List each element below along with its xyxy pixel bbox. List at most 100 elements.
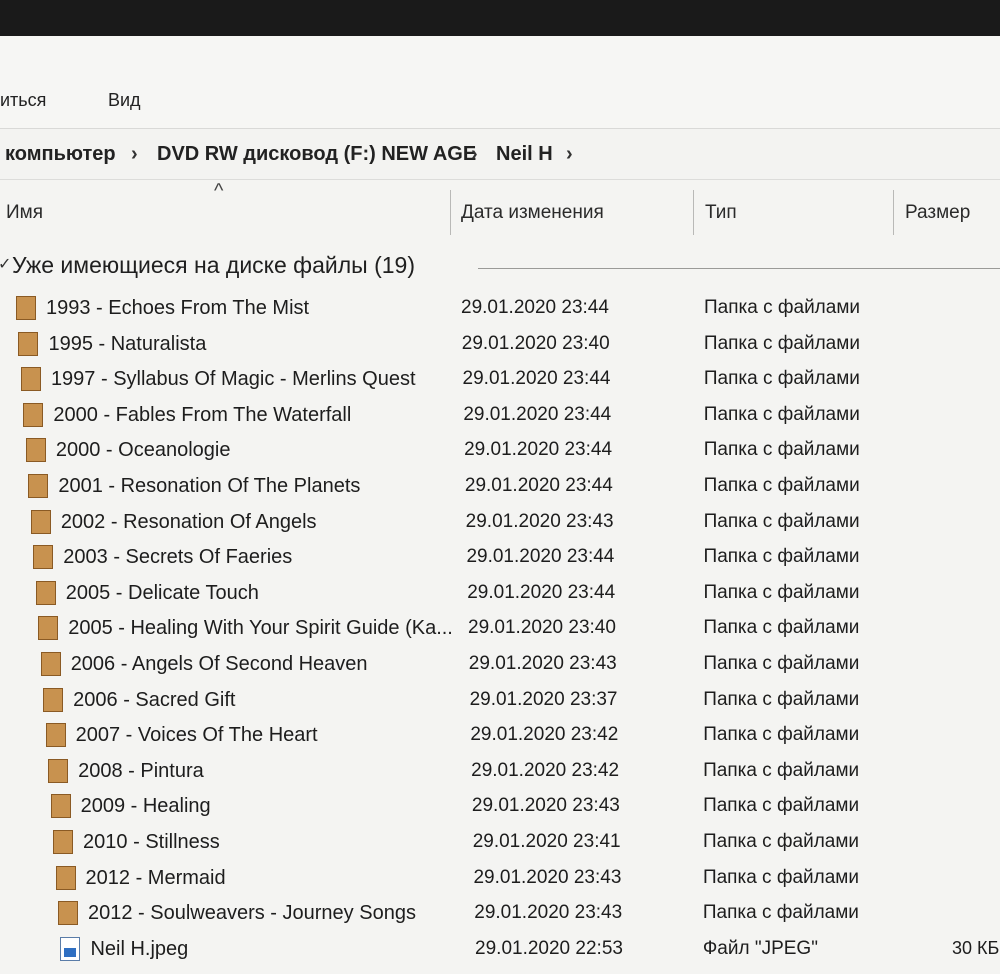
group-header[interactable]: ✓ Уже имеющиеся на диске файлы (19) [0, 246, 1000, 286]
file-date: 29.01.2020 23:43 [471, 795, 620, 817]
column-divider[interactable] [450, 190, 451, 235]
list-item[interactable]: 2007 - Voices Of The Heart 29.01.2020 23:… [0, 719, 1000, 753]
folder-icon [57, 901, 78, 926]
list-item[interactable]: 1993 - Echoes From The Mist 29.01.2020 23… [0, 292, 1000, 326]
column-name[interactable]: Имя [6, 202, 43, 224]
column-header: ^ Имя Дата изменения Тип Размер [0, 180, 1000, 240]
breadcrumb-dvd-drive[interactable]: DVD RW дисковод (F:) NEW AGE [157, 143, 476, 166]
folder-icon [45, 723, 66, 748]
list-item[interactable]: Neil H.jpeg 29.01.2020 22:53 Файл "JPEG" 30… [0, 933, 1000, 967]
chevron-right-icon[interactable]: › [566, 143, 573, 166]
file-name: 2012 - Soulweavers - Journey Songs [87, 902, 416, 925]
file-name: 2005 - Delicate Touch [65, 581, 259, 604]
column-date[interactable]: Дата изменения [461, 202, 604, 224]
column-divider[interactable] [693, 190, 694, 235]
list-item[interactable]: 2008 - Pintura 29.01.2020 23:42 Папка с фа… [0, 755, 1000, 789]
ribbon: иться Вид [0, 36, 1000, 129]
folder-icon [55, 865, 76, 890]
file-type: Папка с файлами [703, 546, 860, 568]
list-item[interactable]: 2012 - Soulweavers - Journey Songs 29.01.… [0, 897, 1000, 931]
file-name: 1995 - Naturalista [48, 332, 207, 355]
file-type: Папка с файлами [703, 795, 860, 817]
sort-ascending-icon: ^ [214, 180, 224, 202]
file-name: 2010 - Stillness [83, 831, 220, 853]
chevron-right-icon[interactable]: › [471, 143, 478, 166]
file-name: 2012 - Mermaid [85, 866, 226, 889]
folder-icon [23, 402, 44, 427]
folder-icon [20, 367, 41, 392]
file-type: Папка с файлами [703, 724, 860, 746]
file-type: Папка с файлами [703, 759, 860, 781]
file-name: 2002 - Resonation Of Angels [60, 510, 317, 533]
file-name: 2006 - Angels Of Second Heaven [70, 653, 368, 675]
file-date: 29.01.2020 23:42 [471, 759, 620, 781]
folder-icon [28, 474, 49, 498]
list-item[interactable]: 2010 - Stillness 29.01.2020 23:41 Папка с … [0, 826, 1000, 860]
list-item[interactable]: 2009 - Healing 29.01.2020 23:43 Папка с фа… [0, 790, 1000, 824]
tab-view[interactable]: Вид [108, 90, 141, 111]
list-item[interactable]: 2000 - Fables From The Waterfall 29.01.20… [0, 399, 1000, 433]
folder-icon [48, 758, 69, 783]
file-date: 29.01.2020 23:40 [468, 617, 616, 639]
file-name: 2005 - Healing With Your Spirit Guide (K… [68, 617, 453, 640]
list-item[interactable]: 2006 - Sacred Gift 29.01.2020 23:37 Папка … [0, 684, 1000, 718]
file-type: Папка с файлами [703, 439, 860, 461]
file-type: Файл "JPEG" [702, 937, 818, 959]
list-item[interactable]: 2002 - Resonation Of Angels 29.01.2020 23… [0, 506, 1000, 540]
address-bar[interactable]: компьютер › DVD RW дисковод (F:) NEW AGE… [0, 129, 1000, 180]
list-item[interactable]: 2001 - Resonation Of The Planets 29.01.20… [0, 470, 1000, 504]
file-type: Папка с файлами [703, 653, 860, 674]
list-item[interactable]: 2003 - Secrets Of Faeries 29.01.2020 23:4… [0, 541, 1000, 575]
file-type: Папка с файлами [703, 332, 860, 354]
collapse-chevron-icon[interactable]: ✓ [0, 254, 11, 274]
folder-icon [38, 616, 59, 641]
breadcrumb-folder[interactable]: Neil H [496, 143, 553, 166]
folder-icon [50, 794, 71, 819]
column-divider[interactable] [893, 190, 894, 235]
file-type: Папка с файлами [704, 297, 861, 318]
list-item[interactable]: 2006 - Angels Of Second Heaven 29.01.2020… [0, 648, 1000, 682]
folder-icon [43, 687, 64, 712]
list-item[interactable]: 2000 - Oceanologie 29.01.2020 23:44 Папка … [0, 434, 1000, 468]
file-type: Папка с файлами [703, 617, 860, 639]
file-name: 2007 - Voices Of The Heart [75, 724, 318, 747]
file-type: Папка с файлами [703, 403, 860, 425]
file-date: 29.01.2020 23:43 [465, 510, 614, 532]
chevron-right-icon[interactable]: › [131, 143, 138, 166]
file-name: 1997 - Syllabus Of Magic - Merlins Quest [50, 368, 416, 391]
file-date: 29.01.2020 23:44 [464, 439, 613, 461]
list-item[interactable]: 1997 - Syllabus Of Magic - Merlins Quest… [0, 363, 1000, 397]
column-type[interactable]: Тип [705, 202, 737, 224]
file-type: Папка с файлами [703, 475, 860, 496]
explorer-window: иться Вид компьютер › DVD RW дисковод (F… [0, 36, 1000, 974]
file-size: 30 КБ [952, 937, 1000, 958]
file-name: Neil H.jpeg [90, 937, 189, 960]
image-file-icon [60, 936, 81, 961]
list-item[interactable]: 1995 - Naturalista 29.01.2020 23:40 Папка … [0, 328, 1000, 362]
file-type: Папка с файлами [703, 581, 860, 603]
file-name: 1993 - Echoes From The Mist [46, 297, 310, 319]
file-type: Папка с файлами [702, 866, 859, 888]
folder-icon [16, 296, 36, 320]
breadcrumb-computer[interactable]: компьютер [5, 143, 116, 166]
folder-icon [35, 580, 56, 605]
file-name: 2001 - Resonation Of The Planets [58, 475, 361, 497]
file-date: 29.01.2020 23:43 [473, 866, 622, 888]
folder-icon [53, 830, 74, 854]
file-name: 2009 - Healing [80, 795, 211, 818]
column-size[interactable]: Размер [905, 202, 970, 224]
file-date: 29.01.2020 23:42 [470, 724, 619, 746]
list-item[interactable]: 2005 - Delicate Touch 29.01.2020 23:44 Пап… [0, 577, 1000, 611]
file-date: 29.01.2020 23:44 [461, 297, 609, 318]
file-date: 29.01.2020 23:37 [469, 688, 618, 710]
file-date: 29.01.2020 23:43 [468, 653, 617, 674]
file-type: Папка с файлами [703, 688, 860, 710]
file-type: Папка с файлами [703, 368, 860, 390]
list-item[interactable]: 2012 - Mermaid 29.01.2020 23:43 Папка с фа… [0, 862, 1000, 896]
file-date: 29.01.2020 23:44 [467, 581, 616, 603]
list-item[interactable]: 2005 - Healing With Your Spirit Guide (K… [0, 612, 1000, 646]
tab-share[interactable]: иться [0, 90, 46, 111]
folder-icon [18, 331, 39, 356]
folder-icon [25, 438, 46, 463]
folder-icon [33, 545, 54, 570]
